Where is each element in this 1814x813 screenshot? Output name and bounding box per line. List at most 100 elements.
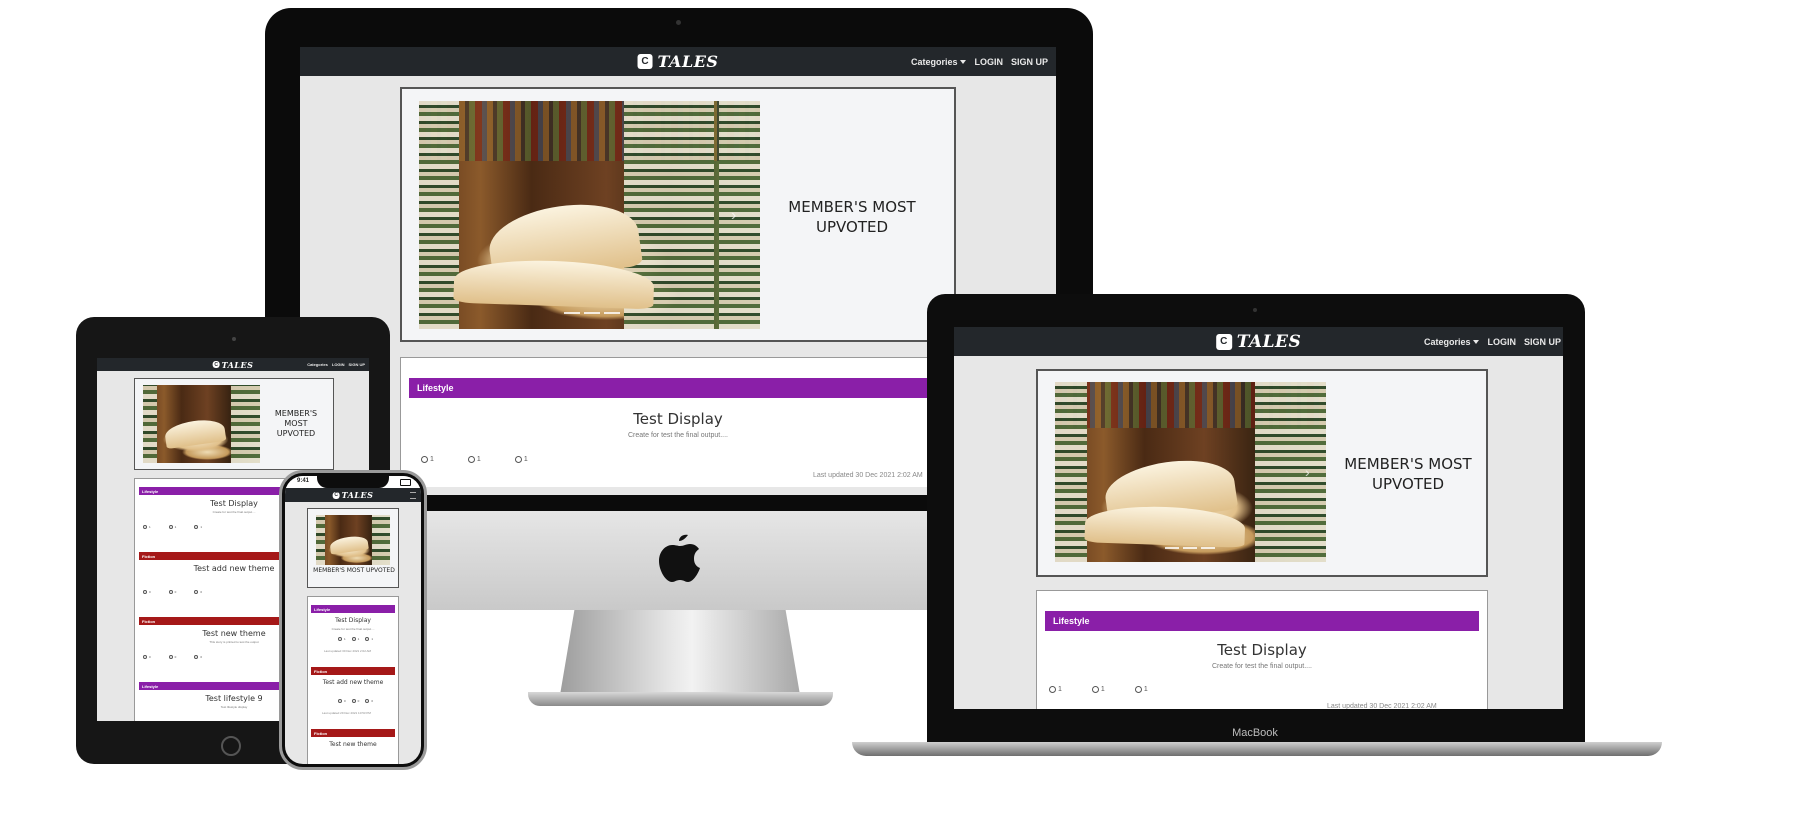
upvote-stat[interactable]: 1 <box>467 456 481 463</box>
upvote-icon <box>1091 686 1099 693</box>
heart-icon <box>1049 686 1056 693</box>
carousel-next-icon[interactable]: › <box>731 207 736 225</box>
card-stats: 1 1 1 <box>143 525 202 529</box>
category-tag[interactable]: Fiction <box>311 729 395 737</box>
hero-title: MEMBER'S MOST UPVOTED <box>1344 455 1472 493</box>
carousel-image[interactable] <box>316 515 390 565</box>
nav-categories[interactable]: Categories <box>307 362 328 367</box>
comment-stat[interactable]: 1 <box>1134 686 1148 693</box>
category-tag[interactable]: Fiction <box>311 667 395 675</box>
brand[interactable]: C TALES <box>332 490 374 500</box>
iphone-notch <box>317 476 389 488</box>
ipad-home-button[interactable] <box>221 736 241 756</box>
like-stat[interactable]: 1 <box>338 637 346 641</box>
carousel-next-icon[interactable]: › <box>1305 464 1310 480</box>
nav-links: Categories LOGIN SIGN UP <box>307 362 365 367</box>
status-time: 9:41 <box>297 478 310 484</box>
card-desc: Create for test the final output.... <box>1212 663 1312 670</box>
story-card[interactable]: Lifestyle Test Display Create for test t… <box>1036 590 1488 709</box>
macbook-camera <box>1253 308 1257 312</box>
navbar: C TALES Categories LOGIN SIGN UP <box>954 327 1563 356</box>
comment-stat[interactable]: 1 <box>194 525 202 529</box>
card-title[interactable]: Test add new theme <box>308 679 398 686</box>
upvote-icon <box>351 637 356 641</box>
category-tag[interactable]: Lifestyle <box>1045 611 1479 631</box>
story-card[interactable]: Lifestyle Test Display Create for test t… <box>308 605 398 665</box>
card-title[interactable]: Test new theme <box>308 741 398 748</box>
like-stat[interactable]: 0 <box>143 590 151 594</box>
comment-stat[interactable]: 0 <box>194 655 202 659</box>
carousel-indicators[interactable] <box>564 312 620 314</box>
upvote-stat[interactable]: 0 <box>351 699 359 703</box>
upvote-stat[interactable]: 1 <box>351 637 359 641</box>
story-card[interactable]: Fiction Test new theme <box>308 729 398 764</box>
hero-carousel: › MEMBER'S MOST UPVOTED <box>1036 369 1488 577</box>
hamburger-icon[interactable] <box>410 492 416 499</box>
category-tag[interactable]: Lifestyle <box>311 605 395 613</box>
macbook-base <box>852 742 1662 756</box>
caret-down-icon <box>1473 340 1480 345</box>
brand-name: TALES <box>1236 331 1302 352</box>
comment-icon <box>365 637 370 641</box>
comment-stat[interactable]: 0 <box>194 590 202 594</box>
comment-stat[interactable]: 0 <box>365 699 373 703</box>
carousel-image[interactable] <box>143 385 260 463</box>
brand[interactable]: C TALES <box>212 360 254 370</box>
card-title[interactable]: Test Display <box>401 410 955 428</box>
comment-icon <box>514 456 522 463</box>
nav-signup[interactable]: SIGN UP <box>1524 337 1561 347</box>
card-title[interactable]: Test Display <box>308 617 398 624</box>
story-card[interactable]: Fiction Test add new theme 0 0 0 Last up… <box>308 667 398 727</box>
hero-title: MEMBER'S MOST UPVOTED <box>788 198 916 236</box>
upvote-icon <box>168 590 173 594</box>
category-tag[interactable]: Lifestyle <box>409 378 947 398</box>
heart-icon <box>338 699 342 703</box>
brand-logo-icon: C <box>1215 333 1232 350</box>
like-stat[interactable]: 1 <box>1049 686 1062 693</box>
iphone-screen: 9:41 C TALES MEMBER'S MOST UPVOTED Lifes… <box>285 476 421 764</box>
upvote-icon <box>168 525 173 529</box>
nav-login[interactable]: LOGIN <box>974 57 1003 67</box>
heart-icon <box>143 655 147 659</box>
carousel-image[interactable]: › <box>1055 382 1326 562</box>
nav-login[interactable]: LOGIN <box>332 362 345 367</box>
nav-signup[interactable]: SIGN UP <box>1011 57 1048 67</box>
ipad-camera <box>232 337 236 341</box>
heart-icon <box>143 590 147 594</box>
comment-stat[interactable]: 1 <box>365 637 373 641</box>
nav-signup[interactable]: SIGN UP <box>349 362 365 367</box>
like-stat[interactable]: 1 <box>421 456 434 463</box>
navbar: C TALES Categories LOGIN SIGN UP <box>300 47 1056 76</box>
brand-name: TALES <box>657 52 719 71</box>
upvote-stat[interactable]: 1 <box>168 525 176 529</box>
brand[interactable]: C TALES <box>1215 331 1302 352</box>
comment-icon <box>194 525 199 529</box>
card-title[interactable]: Test Display <box>1037 641 1487 659</box>
caret-down-icon <box>960 60 967 65</box>
upvote-stat[interactable]: 1 <box>1091 686 1105 693</box>
imac-stand <box>560 610 800 695</box>
like-stat[interactable]: 1 <box>143 525 151 529</box>
card-stats: 1 1 1 <box>421 456 528 463</box>
nav-login[interactable]: LOGIN <box>1487 337 1516 347</box>
heart-icon <box>421 456 428 463</box>
brand[interactable]: C TALES <box>637 52 719 71</box>
carousel-indicators[interactable] <box>1165 547 1215 549</box>
brand-logo-icon: C <box>637 54 653 69</box>
heart-icon <box>143 525 147 529</box>
macbook-screen: C TALES Categories LOGIN SIGN UP › MEMBE… <box>954 327 1563 709</box>
story-card-list: Lifestyle Test Display Create for test t… <box>307 596 399 764</box>
upvote-stat[interactable]: 0 <box>168 590 176 594</box>
nav-categories[interactable]: Categories <box>1424 337 1480 347</box>
like-stat[interactable]: 0 <box>338 699 346 703</box>
brand-logo-icon: C <box>332 491 340 499</box>
like-stat[interactable]: 0 <box>143 655 151 659</box>
upvote-stat[interactable]: 0 <box>168 655 176 659</box>
comment-icon <box>365 699 370 703</box>
heart-icon <box>338 637 342 641</box>
story-card[interactable]: Lifestyle Test Display Create for test t… <box>400 357 956 487</box>
nav-categories[interactable]: Categories <box>911 57 967 67</box>
upvote-icon <box>351 699 356 703</box>
carousel-image[interactable]: › <box>419 101 760 329</box>
comment-stat[interactable]: 1 <box>514 456 528 463</box>
